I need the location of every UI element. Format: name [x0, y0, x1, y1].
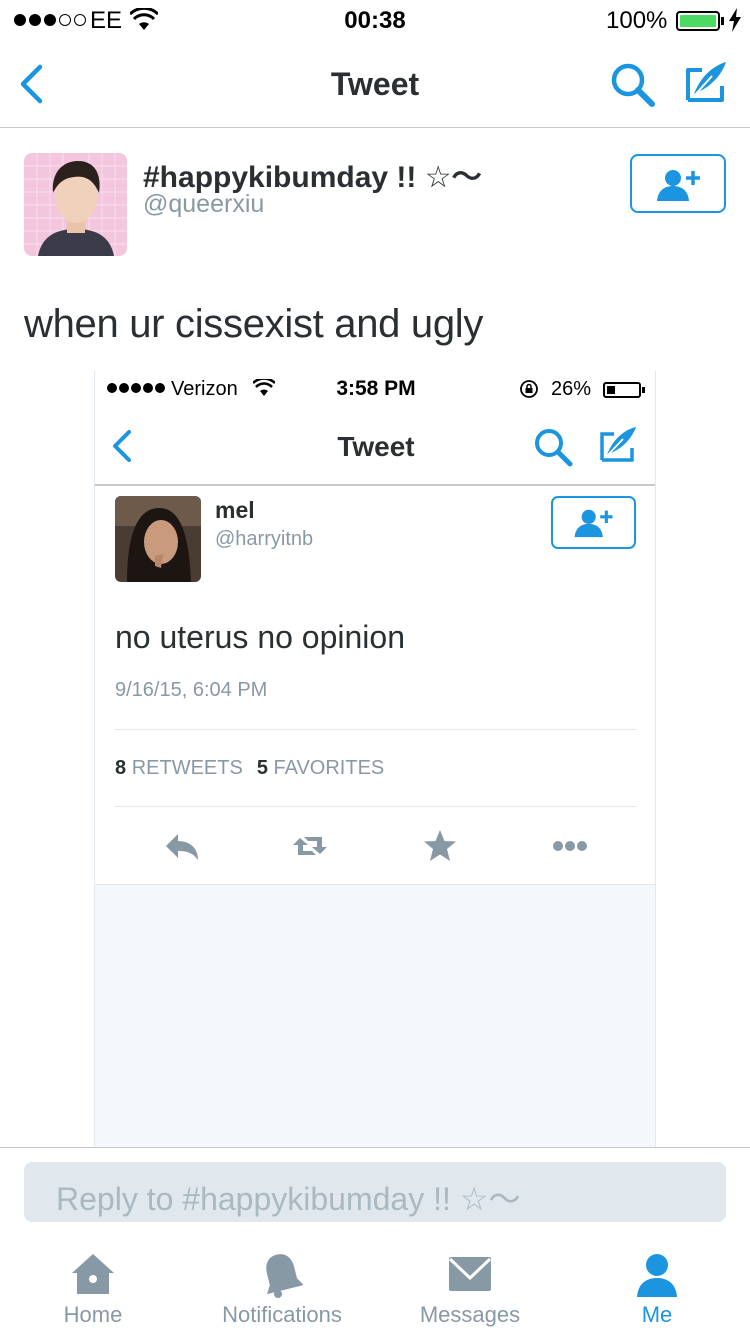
embedded-tweet-date: 9/16/15, 6:04 PM: [115, 679, 268, 701]
avatar[interactable]: [24, 153, 127, 256]
tab-me[interactable]: Me: [600, 1238, 714, 1334]
charging-bolt-icon: [729, 8, 741, 32]
tab-label: Me: [641, 1302, 673, 1327]
embedded-status-bar: Verizon 3:58 PM 26%: [95, 371, 655, 407]
embedded-search-icon: [535, 429, 573, 467]
compose-icon[interactable]: [682, 60, 730, 106]
retweet-icon: [293, 837, 327, 855]
embedded-tweet-card: Verizon 3:58 PM 26% Tweet mel @harryitnb…: [95, 371, 655, 885]
embedded-battery-percent: 26%: [551, 378, 592, 400]
tab-label: Home: [63, 1302, 123, 1327]
divider: [0, 1147, 750, 1148]
tab-home[interactable]: Home: [30, 1238, 156, 1334]
battery-percent: 100%: [606, 7, 668, 34]
home-icon: [72, 1254, 114, 1294]
tab-label: Messages: [419, 1302, 521, 1327]
tab-label: Notifications: [222, 1302, 342, 1327]
embedded-user-handle: @harryitnb: [215, 528, 314, 550]
embedded-follow-button: [551, 496, 636, 549]
embedded-battery-icon: [603, 382, 641, 398]
divider: [115, 806, 636, 807]
tab-messages[interactable]: Messages: [400, 1238, 540, 1334]
tab-bar: Home Notifications Messages Me: [0, 1238, 750, 1334]
tab-notifications[interactable]: Notifications: [202, 1238, 362, 1334]
reply-input[interactable]: Reply to #happykibumday !! ☆〜: [24, 1162, 726, 1222]
embedded-tweet-text: no uterus no opinion: [115, 619, 405, 655]
embedded-compose-icon: [600, 427, 636, 462]
tweet-text: when ur cissexist and ugly: [24, 302, 484, 346]
rotation-lock-icon: [520, 380, 538, 398]
person-icon: [637, 1254, 677, 1297]
retweets-stat: 8 RETWEETS: [115, 757, 243, 779]
status-bar: EE 00:38 100%: [0, 0, 750, 40]
follow-button[interactable]: [630, 154, 726, 213]
embedded-tweet-stats: 8 RETWEETS 5 FAVORITES: [115, 757, 384, 780]
embedded-nav-bar: Tweet: [95, 407, 655, 486]
bell-icon: [266, 1254, 303, 1298]
favorite-star-icon: [424, 830, 456, 861]
search-icon[interactable]: [610, 62, 656, 108]
user-handle[interactable]: @queerxiu: [143, 190, 264, 219]
embedded-profile-photo: [115, 496, 201, 582]
more-icon: [553, 841, 587, 851]
profile-photo: [24, 153, 127, 256]
favorites-stat: 5 FAVORITES: [256, 757, 385, 779]
embedded-screenshot[interactable]: Verizon 3:58 PM 26% Tweet mel @harryitnb…: [94, 371, 656, 1147]
navigation-bar: Tweet: [0, 40, 750, 128]
reply-placeholder: Reply to #happykibumday !! ☆〜: [56, 1181, 521, 1217]
embedded-display-name: mel: [215, 497, 255, 523]
envelope-icon: [448, 1257, 492, 1291]
embedded-avatar: [115, 496, 201, 582]
add-user-icon: [657, 170, 700, 201]
divider: [115, 729, 636, 730]
embedded-action-bar: [95, 826, 655, 866]
embedded-add-user-icon: [574, 509, 613, 538]
battery-icon: [676, 11, 720, 31]
reply-icon: [166, 834, 198, 860]
